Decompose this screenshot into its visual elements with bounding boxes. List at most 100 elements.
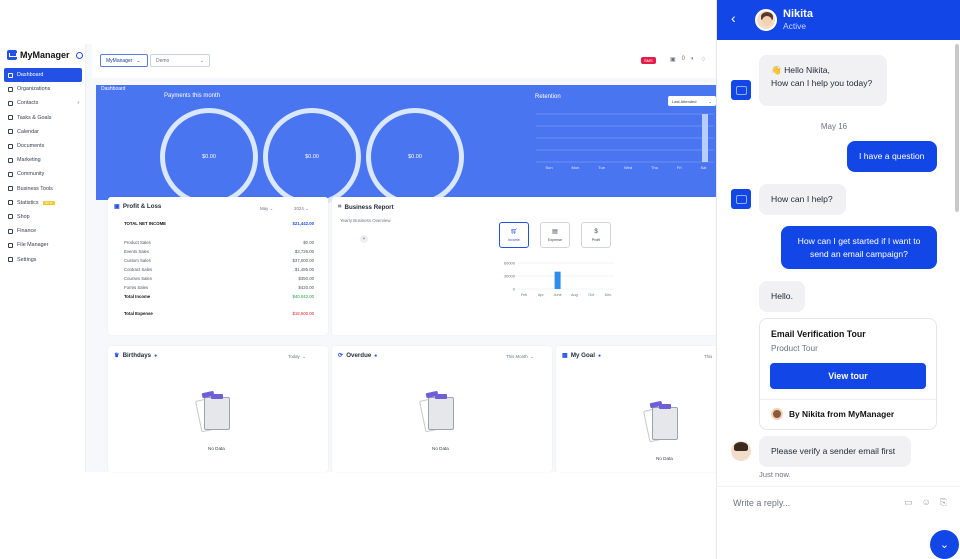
clipboard-icon [642,400,682,443]
sidebar-item-statistics[interactable]: Statistics NEW [4,196,82,210]
sidebar-nav: Dashboard Organizations Contacts › Tasks … [4,68,82,267]
sidebar-item-marketing[interactable]: Marketing [4,153,82,167]
sidebar-item-contacts[interactable]: Contacts › [4,96,82,110]
message-bubble: Hello. [759,281,805,312]
agent-name: Nikita [783,8,813,20]
my-goal-filter[interactable]: This [704,354,712,359]
sidebar-item-community[interactable]: Community [4,167,82,181]
app-window: MyManager Dashboard Organizations Contac… [0,44,735,472]
gif-icon[interactable]: ▭ [904,497,913,508]
info-icon: ● [374,352,378,359]
reply-input[interactable]: Write a reply... [733,498,790,508]
business-report-title: ⌗ Business Report [338,203,394,211]
birthdays-filter[interactable]: Today ⌄ [288,354,306,360]
chat-header: ‹ Nikita Active [717,0,960,40]
pl-row: Custom Sales $37,000.00 [124,258,314,263]
sidebar-item-organizations[interactable]: Organizations [4,82,82,96]
refresh-icon: ⟳ [338,352,344,359]
notification-count: 0 [681,56,686,62]
sidebar-item-shop[interactable]: Shop [4,210,82,224]
x-tick-label: Feb [521,293,528,297]
section-label: Dashboard [101,86,126,92]
birthdays-card: ♛ Birthdays ● Today ⌄ No Data [108,346,328,472]
organization-select[interactable]: MyManager ⌄ [100,54,148,67]
sidebar-item-dashboard[interactable]: Dashboard [4,68,82,83]
info-icon: ● [154,352,158,359]
attachment-icon[interactable]: ⎘ [940,497,947,508]
birthdays-title: ♛ Birthdays ● [114,352,158,359]
bot-avatar [731,80,751,100]
documents-icon [8,143,13,149]
marketing-icon [8,157,13,163]
bar [554,271,561,289]
overdue-filter[interactable]: This Month ⌄ [506,354,534,360]
expense-tab[interactable]: ▤ Expense [540,222,570,248]
account-select[interactable]: Demo ⌄ [150,54,210,67]
sidebar-item-calendar[interactable]: Calendar [4,125,82,139]
chat-composer: Write a reply... ▭ ☺ ⎘ [717,486,960,520]
cake-icon: ♛ [114,352,120,359]
retention-chart [536,113,714,163]
x-tick-label: Oct [588,293,595,297]
sidebar-item-tasks-goals[interactable]: Tasks & Goals [4,111,82,125]
organizations-icon [8,86,13,92]
tasks-icon [8,115,13,121]
calendar-icon[interactable]: ▣ [670,56,676,63]
sms-badge[interactable]: SMS [641,57,656,64]
chat-scrollbar[interactable] [955,44,959,212]
minimize-chat-button[interactable]: ⌄ [930,530,959,559]
settings-icon [8,257,13,263]
my-goal-card: ▦ My Goal ● This No Data [556,346,726,472]
add-icon[interactable]: + [360,235,368,243]
community-icon [8,171,13,177]
sidebar-item-file-manager[interactable]: File Manager [4,238,82,252]
payments-hero: Dashboard Payments this month $0.00 $0.0… [96,85,720,206]
message-bubble: I have a question [847,141,937,172]
logo[interactable]: MyManager [7,50,83,60]
business-report-subtitle: Yearly Business Overview [340,218,391,223]
chat-panel: ‹ Nikita Active 👋 Hello Nikita, How can … [716,0,960,559]
message-bubble: How can I help? [759,184,846,215]
dollar-icon: ▣ [114,203,120,210]
sidebar: MyManager Dashboard Organizations Contac… [0,44,86,472]
month-select[interactable]: May ⌄ [260,206,273,212]
payment-ring: $0.00 [160,108,258,206]
sidebar-item-business-tools[interactable]: Business Tools [4,182,82,196]
emoji-icon[interactable]: ☺ [922,497,931,508]
sidebar-item-finance[interactable]: Finance [4,224,82,238]
clipboard-icon [194,390,234,433]
y-tick-label: 0 [513,287,516,292]
dollar-icon: $ [594,228,598,235]
view-tour-button[interactable]: View tour [770,363,926,389]
overdue-title: ⟳ Overdue ● [338,352,378,359]
chevron-down-icon: ⌄ [708,98,712,104]
bell-icon[interactable]: ♢ [701,56,706,63]
sidebar-item-documents[interactable]: Documents [4,139,82,153]
chevron-right-icon: › [77,100,79,107]
retention-select[interactable]: Last Attended ⌄ [668,96,716,106]
shop-icon [8,214,13,220]
business-report-chart: 60000 30000 0 Feb Apr June Aug Oct Dec [504,261,614,297]
tour-subtitle: Product Tour [771,343,818,353]
sidebar-item-settings[interactable]: Settings [4,252,82,266]
x-tick-label: June [553,293,561,297]
settings-dot-icon [75,51,83,59]
year-select[interactable]: 2024 ⌄ [294,206,309,212]
logo-icon [7,50,17,60]
payments-title: Payments this month [164,93,221,99]
income-tab[interactable]: 🛒︎ Income [499,222,529,248]
total-income-row: Total Income $40,042.00 [124,294,314,299]
pl-row: Forms Sales $420.00 [124,285,314,290]
x-tick-label: Dec [605,293,612,297]
y-tick-label: 60000 [504,261,516,266]
x-tick-label: Aug [571,293,578,297]
statistics-icon [8,200,13,206]
total-expense-row: Total Expense $18,600.00 [124,311,314,316]
profit-tab[interactable]: $ Profit [581,222,611,248]
user-avatar [731,441,751,461]
back-arrow-icon[interactable]: ‹ [731,11,736,25]
theme-toggle-icon[interactable]: ◐ [691,56,695,63]
topbar-icons: ▣ 0 ◐ ♢ [670,56,706,63]
new-badge: NEW [42,200,55,205]
agent-status: Active [783,21,807,31]
